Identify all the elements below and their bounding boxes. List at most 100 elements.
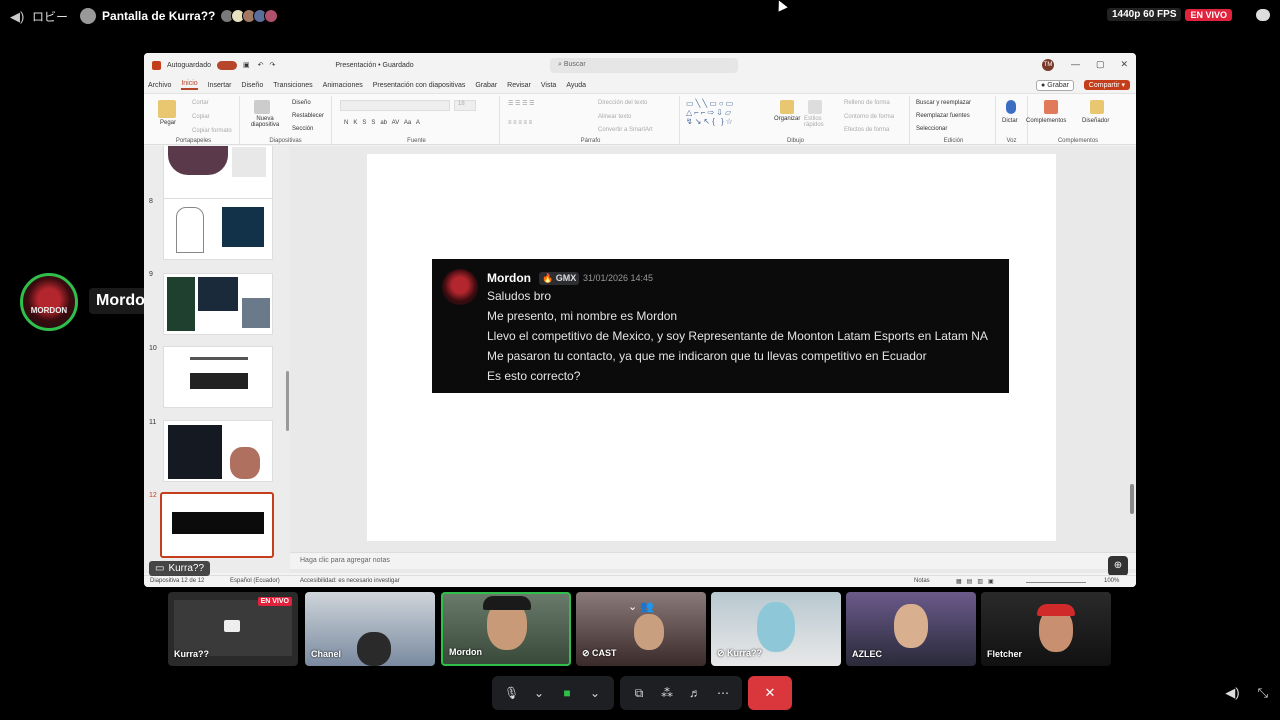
tile-menu-icon[interactable]: ⌄ 👥 xyxy=(628,600,654,613)
accessibility-status[interactable]: Accesibilidad: es necesario investigar xyxy=(300,578,400,584)
slide-thumbnail-9[interactable] xyxy=(163,273,273,335)
language-label[interactable]: Español (Ecuador) xyxy=(230,578,280,584)
ribbon-tab[interactable]: Animaciones xyxy=(323,82,363,89)
ribbon-tab[interactable]: Ayuda xyxy=(566,82,586,89)
slide-thumbnail-7[interactable] xyxy=(163,146,273,204)
camera-options-chevron-icon[interactable]: ⌄ xyxy=(588,686,602,700)
font-size-select[interactable]: 18 xyxy=(454,100,476,111)
arrange-label[interactable]: Organizar xyxy=(774,116,800,122)
ribbon-tab[interactable]: Insertar xyxy=(208,82,232,89)
participant-tile[interactable]: EN VIVO Kurra?? xyxy=(168,592,298,666)
format-painter-label[interactable]: Copiar formato xyxy=(192,128,232,134)
select-label[interactable]: Seleccionar xyxy=(916,126,947,132)
shape-effects-label[interactable]: Efectos de forma xyxy=(844,127,889,133)
designer-icon[interactable] xyxy=(1090,100,1104,114)
new-slide-icon[interactable] xyxy=(254,100,270,114)
guild-tag-text: GMX xyxy=(555,273,577,283)
font-family-select[interactable] xyxy=(340,100,450,111)
zoom-slider[interactable] xyxy=(1026,582,1086,583)
notes-pane[interactable]: Haga clic para agregar notas xyxy=(290,552,1136,569)
new-slide-label[interactable]: Nueva diapositiva xyxy=(246,116,284,128)
current-slide[interactable]: Mordon 🔥 GMX 31/01/2026 14:45 Saludos br… xyxy=(367,154,1056,541)
close-icon[interactable]: ✕ xyxy=(1120,59,1128,70)
view-buttons[interactable]: ▦ ▤ ▥ ▣ xyxy=(956,578,994,585)
ribbon-tab[interactable]: Grabar xyxy=(475,82,497,89)
shape-fill-label[interactable]: Relleno de forma xyxy=(844,100,890,106)
participant-tile[interactable]: ⌄ 👥 ⊘ CAST xyxy=(576,592,706,666)
align-text-label[interactable]: Alinear texto xyxy=(598,114,631,120)
reset-label[interactable]: Restablecer xyxy=(292,113,324,119)
slide-thumbnail-8[interactable] xyxy=(163,198,273,260)
participant-tile[interactable]: Fletcher xyxy=(981,592,1111,666)
shape-outline-label[interactable]: Contorno de forma xyxy=(844,114,894,120)
ribbon-tab[interactable]: Diseño xyxy=(241,82,263,89)
slide-thumbnail-12[interactable] xyxy=(160,492,274,558)
record-button[interactable]: ● Grabar xyxy=(1036,80,1074,91)
notes-toggle[interactable]: Notas xyxy=(914,578,930,584)
ribbon-tab[interactable]: Transiciones xyxy=(273,82,312,89)
participant-tile[interactable]: Mordon xyxy=(441,592,571,666)
paste-icon[interactable] xyxy=(158,100,176,118)
speaker-avatar[interactable] xyxy=(20,273,78,331)
addins-label[interactable]: Complementos xyxy=(1026,118,1066,124)
lobby-label[interactable]: ロビー xyxy=(32,8,68,25)
shapes-gallery[interactable]: ▭╲╲▭○▭ △⌐⌐⇨⇩▱ ↯↘↖{ }☆ xyxy=(686,99,735,126)
quick-styles-icon[interactable] xyxy=(808,100,822,114)
minimize-icon[interactable]: — xyxy=(1071,59,1080,70)
ribbon-tab[interactable]: Inicio xyxy=(181,80,198,90)
quick-styles-label[interactable]: Estilos rápidos xyxy=(804,116,834,128)
layout-label[interactable]: Diseño xyxy=(292,100,311,106)
zoom-icon[interactable]: ⊕ xyxy=(1108,556,1128,576)
volume-icon[interactable]: ◀) xyxy=(1225,685,1239,701)
autosave-toggle[interactable] xyxy=(216,60,237,70)
exit-fullscreen-icon[interactable]: ⤡ xyxy=(1258,685,1268,701)
slide-thumbnail-pane: 8 9 10 11 12 xyxy=(144,146,290,573)
dictate-icon[interactable] xyxy=(1006,100,1016,114)
viewer-avatars[interactable] xyxy=(220,9,279,23)
participant-tile[interactable]: ⊘ Kurra?? xyxy=(711,592,841,666)
undo-icon[interactable]: ↶ xyxy=(258,61,264,69)
activities-icon[interactable]: ⁂ xyxy=(660,686,674,700)
arrange-icon[interactable] xyxy=(780,100,794,114)
zoom-level[interactable]: 100% xyxy=(1104,578,1119,584)
addins-icon[interactable] xyxy=(1044,100,1058,114)
slide-number: 11 xyxy=(149,419,157,426)
redo-icon[interactable]: ↷ xyxy=(269,61,275,69)
search-input[interactable]: ⌕ Buscar xyxy=(550,58,738,73)
mic-options-chevron-icon[interactable]: ⌄ xyxy=(532,686,546,700)
user-avatar[interactable]: TM xyxy=(1042,59,1054,71)
dictate-label[interactable]: Dictar xyxy=(1002,118,1018,124)
cut-label[interactable]: Cortar xyxy=(192,100,209,106)
ribbon-tab[interactable]: Vista xyxy=(541,82,556,89)
document-title[interactable]: Presentación • Guardado xyxy=(335,62,413,69)
ribbon-tab[interactable]: Archivo xyxy=(148,82,171,89)
volume-icon[interactable]: ◀) xyxy=(10,9,24,24)
screen-share-button-icon[interactable]: ⧉ xyxy=(632,686,646,700)
copy-label[interactable]: Copiar xyxy=(192,114,210,120)
thumbnail-scrollbar[interactable] xyxy=(286,371,289,431)
soundboard-icon[interactable]: ♬ xyxy=(688,686,702,700)
share-button[interactable]: Compartir ▾ xyxy=(1083,80,1130,90)
replace-fonts-label[interactable]: Reemplazar fuentes xyxy=(916,113,970,119)
section-label[interactable]: Sección xyxy=(292,126,313,132)
ribbon-tab[interactable]: Revisar xyxy=(507,82,531,89)
camera-icon[interactable]: ■ xyxy=(560,686,574,700)
find-replace-label[interactable]: Buscar y reemplazar xyxy=(916,100,971,106)
smartart-label[interactable]: Convertir a SmartArt xyxy=(598,127,653,133)
participant-tile[interactable]: AZLEC xyxy=(846,592,976,666)
ribbon-tab[interactable]: Presentación con diapositivas xyxy=(373,82,466,89)
maximize-icon[interactable]: ▢ xyxy=(1096,59,1105,70)
mic-icon[interactable]: 🎙 xyxy=(504,686,519,700)
canvas-scrollbar[interactable] xyxy=(1130,484,1134,514)
more-icon[interactable]: ⋯ xyxy=(716,686,730,700)
text-direction-label[interactable]: Dirección del texto xyxy=(598,100,647,106)
slide-thumbnail-10[interactable] xyxy=(163,346,273,408)
slide-thumbnail-11[interactable] xyxy=(163,420,273,482)
save-icon[interactable]: ▣ xyxy=(243,61,250,69)
chat-icon[interactable] xyxy=(1256,8,1270,21)
designer-label[interactable]: Diseñador xyxy=(1082,118,1109,124)
leave-icon: ✕ xyxy=(764,685,776,700)
leave-call-button[interactable]: ✕ xyxy=(748,676,792,710)
participant-tile[interactable]: Chanel xyxy=(305,592,435,666)
paste-label[interactable]: Pegar xyxy=(160,120,176,126)
